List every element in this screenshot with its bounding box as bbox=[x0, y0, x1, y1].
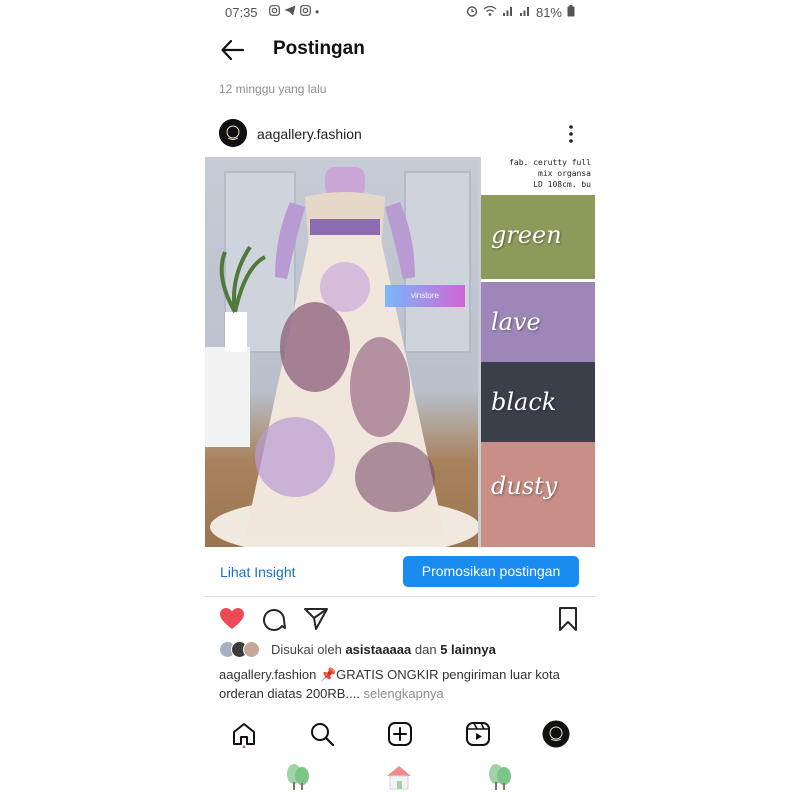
product-photo-main: vinstore bbox=[205, 157, 480, 547]
back-arrow-icon[interactable] bbox=[219, 36, 247, 64]
swatch-green: green bbox=[481, 195, 595, 279]
swatch-label: lave bbox=[491, 308, 541, 336]
dot-icon: • bbox=[315, 5, 320, 19]
pin-icon: 📌 bbox=[319, 667, 337, 682]
house-icon[interactable] bbox=[384, 762, 414, 792]
avatar bbox=[243, 641, 260, 658]
tree-icon bbox=[283, 762, 313, 792]
new-post-icon[interactable] bbox=[386, 720, 414, 748]
like-heart-icon[interactable] bbox=[219, 606, 245, 632]
instagram-icon bbox=[269, 5, 280, 19]
fabric-line: mix organsa bbox=[538, 169, 591, 178]
more-options-icon[interactable] bbox=[561, 122, 581, 146]
likes-row: Disukai oleh asistaaaaa dan 5 lainnya bbox=[205, 640, 595, 660]
fabric-info: fab. cerutty full mix organsa LD 108cm. … bbox=[481, 157, 595, 190]
likes-text[interactable]: Disukai oleh asistaaaaa dan 5 lainnya bbox=[271, 642, 496, 657]
telegram-icon bbox=[284, 5, 296, 19]
top-header: Postingan bbox=[205, 32, 595, 68]
see-more-link[interactable]: selengkapnya bbox=[364, 686, 444, 701]
swatch-label: black bbox=[491, 388, 557, 416]
home-icon[interactable] bbox=[230, 720, 258, 749]
status-bar: 07:35 • 81% bbox=[205, 0, 595, 26]
signal-icon bbox=[502, 5, 514, 20]
watermark-badge: vinstore bbox=[385, 285, 465, 307]
fabric-line: fab. cerutty full bbox=[509, 158, 591, 167]
color-swatch-panel: fab. cerutty full mix organsa LD 108cm. … bbox=[481, 157, 595, 547]
comment-icon[interactable] bbox=[261, 606, 287, 632]
likes-others[interactable]: 5 lainnya bbox=[440, 642, 496, 657]
tree-icon bbox=[485, 762, 515, 792]
promote-post-button[interactable]: Promosikan postingan bbox=[403, 556, 579, 587]
swatch-black: black bbox=[481, 362, 595, 446]
dress-illustration bbox=[205, 167, 480, 547]
bookmark-icon[interactable] bbox=[555, 606, 581, 632]
page-title: Postingan bbox=[273, 38, 365, 59]
swatch-label: dusty bbox=[491, 472, 558, 500]
swatch-label: green bbox=[491, 221, 562, 249]
insight-promo-row: Lihat Insight Promosikan postingan bbox=[205, 547, 595, 597]
battery-icon bbox=[567, 5, 575, 20]
search-icon[interactable] bbox=[308, 720, 336, 748]
instagram-icon bbox=[300, 5, 311, 19]
battery-percent: 81% bbox=[535, 5, 562, 20]
likes-middle: dan bbox=[414, 642, 437, 657]
swatch-lave: lave bbox=[481, 282, 595, 366]
liker-username[interactable]: asistaaaaa bbox=[345, 642, 411, 657]
system-nav-bar bbox=[205, 760, 595, 800]
reels-icon[interactable] bbox=[464, 720, 492, 748]
status-left-icons: • bbox=[269, 5, 319, 19]
post-author-row: aagallery.fashion bbox=[205, 116, 595, 152]
wifi-icon bbox=[483, 5, 497, 20]
share-send-icon[interactable] bbox=[303, 606, 329, 632]
liker-avatars[interactable] bbox=[219, 641, 267, 659]
status-right-icons: 81% bbox=[466, 5, 575, 20]
post-image[interactable]: vinstore fab. cerutty full mix organsa L… bbox=[205, 157, 595, 547]
post-actions bbox=[205, 604, 595, 634]
post-time-ago: 12 minggu yang lalu bbox=[219, 82, 327, 96]
status-time: 07:35 bbox=[225, 5, 258, 20]
fabric-line: LD 108cm. bu bbox=[533, 180, 591, 189]
profile-avatar-icon[interactable] bbox=[542, 720, 570, 748]
post-caption: aagallery.fashion 📌GRATIS ONGKIR pengiri… bbox=[219, 665, 579, 703]
view-insight-link[interactable]: Lihat Insight bbox=[220, 564, 296, 580]
likes-prefix: Disukai oleh bbox=[271, 642, 342, 657]
avatar[interactable] bbox=[219, 119, 247, 147]
caption-username[interactable]: aagallery.fashion bbox=[219, 667, 316, 682]
bottom-tab-bar bbox=[205, 714, 595, 754]
phone-screen: 07:35 • 81% Postingan 12 minggu yang lal… bbox=[205, 0, 595, 800]
alarm-icon bbox=[466, 5, 478, 20]
signal-icon bbox=[519, 5, 531, 20]
swatch-dusty: dusty bbox=[481, 442, 595, 547]
post-username[interactable]: aagallery.fashion bbox=[257, 126, 362, 142]
